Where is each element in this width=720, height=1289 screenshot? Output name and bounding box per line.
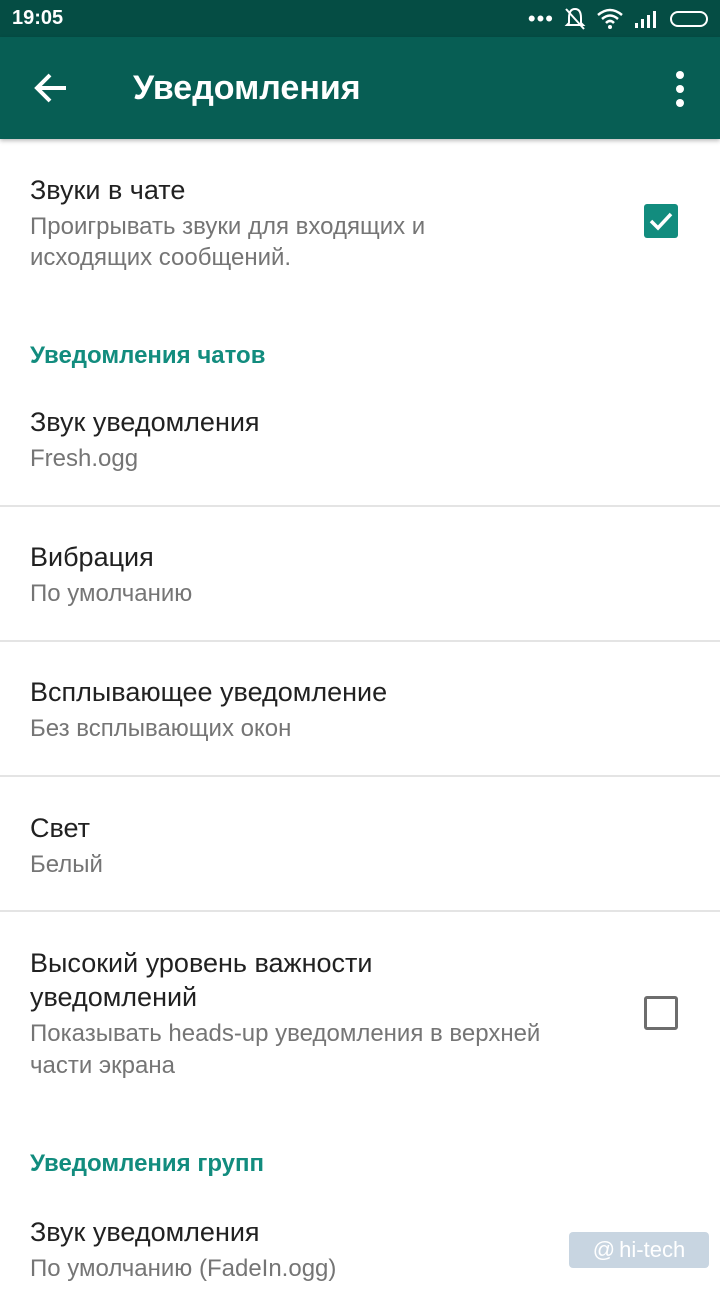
watermark-text: hi-tech [619, 1237, 686, 1262]
setting-title: Звук уведомления [30, 407, 260, 437]
status-time: 19:05 [12, 7, 64, 29]
checkmark-icon [649, 212, 673, 231]
more-options-icon[interactable] [660, 67, 700, 111]
setting-summary: Без всплывающих окон [30, 715, 292, 742]
setting-chat-vibration[interactable]: Вибрация По умолчанию [0, 507, 720, 640]
setting-title: уведомлений [30, 982, 198, 1012]
chat-sounds-checkbox[interactable] [644, 204, 678, 238]
setting-summary: исходящих сообщений. [30, 244, 292, 271]
section-header-chat-notifications: Уведомления чатов [30, 342, 266, 369]
setting-chat-sounds[interactable]: Звуки в чате Проигрывать звуки для входя… [0, 139, 720, 289]
setting-summary: Fresh.ogg [30, 445, 139, 472]
setting-title: Высокий уровень важности [30, 948, 373, 978]
setting-title: Звук уведомления [30, 1217, 260, 1247]
back-arrow-icon[interactable] [26, 65, 76, 111]
setting-title: Вибрация [30, 542, 154, 572]
wifi-icon [597, 8, 623, 29]
setting-chat-notification-sound[interactable]: Звук уведомления Fresh.ogg [0, 379, 720, 505]
notifications-off-icon [564, 7, 586, 30]
signal-icon [635, 11, 656, 28]
setting-summary: По умолчанию (FadeIn.ogg) [30, 1255, 337, 1282]
status-icons: ••• [528, 6, 708, 32]
setting-summary: Проигрывать звуки для входящих и [30, 213, 426, 240]
setting-summary: По умолчанию [30, 580, 193, 607]
more-notifications-icon: ••• [527, 6, 554, 31]
watermark-at: @ [592, 1237, 616, 1262]
status-bar: 19:05 ••• [0, 0, 720, 37]
setting-chat-popup[interactable]: Всплывающее уведомление Без всплывающих … [0, 642, 720, 775]
app-bar: Уведомления [0, 37, 720, 139]
setting-summary: части экрана [30, 1052, 175, 1079]
setting-high-priority[interactable]: Высокий уровень важности уведомлений Пок… [0, 912, 720, 1102]
section-header-group-notifications: Уведомления групп [30, 1150, 265, 1177]
setting-title: Всплывающее уведомление [30, 677, 388, 707]
page-title: Уведомления [133, 69, 361, 107]
high-priority-checkbox[interactable] [644, 996, 678, 1030]
setting-chat-light[interactable]: Свет Белый [0, 777, 720, 910]
setting-title: Звуки в чате [30, 175, 186, 205]
hi-tech-watermark-logo: @ hi-tech [569, 1232, 709, 1268]
setting-summary: Белый [30, 851, 103, 878]
battery-icon [670, 11, 708, 27]
setting-title: Свет [30, 813, 91, 843]
setting-summary: Показывать heads-up уведомления в верхне… [30, 1020, 541, 1047]
